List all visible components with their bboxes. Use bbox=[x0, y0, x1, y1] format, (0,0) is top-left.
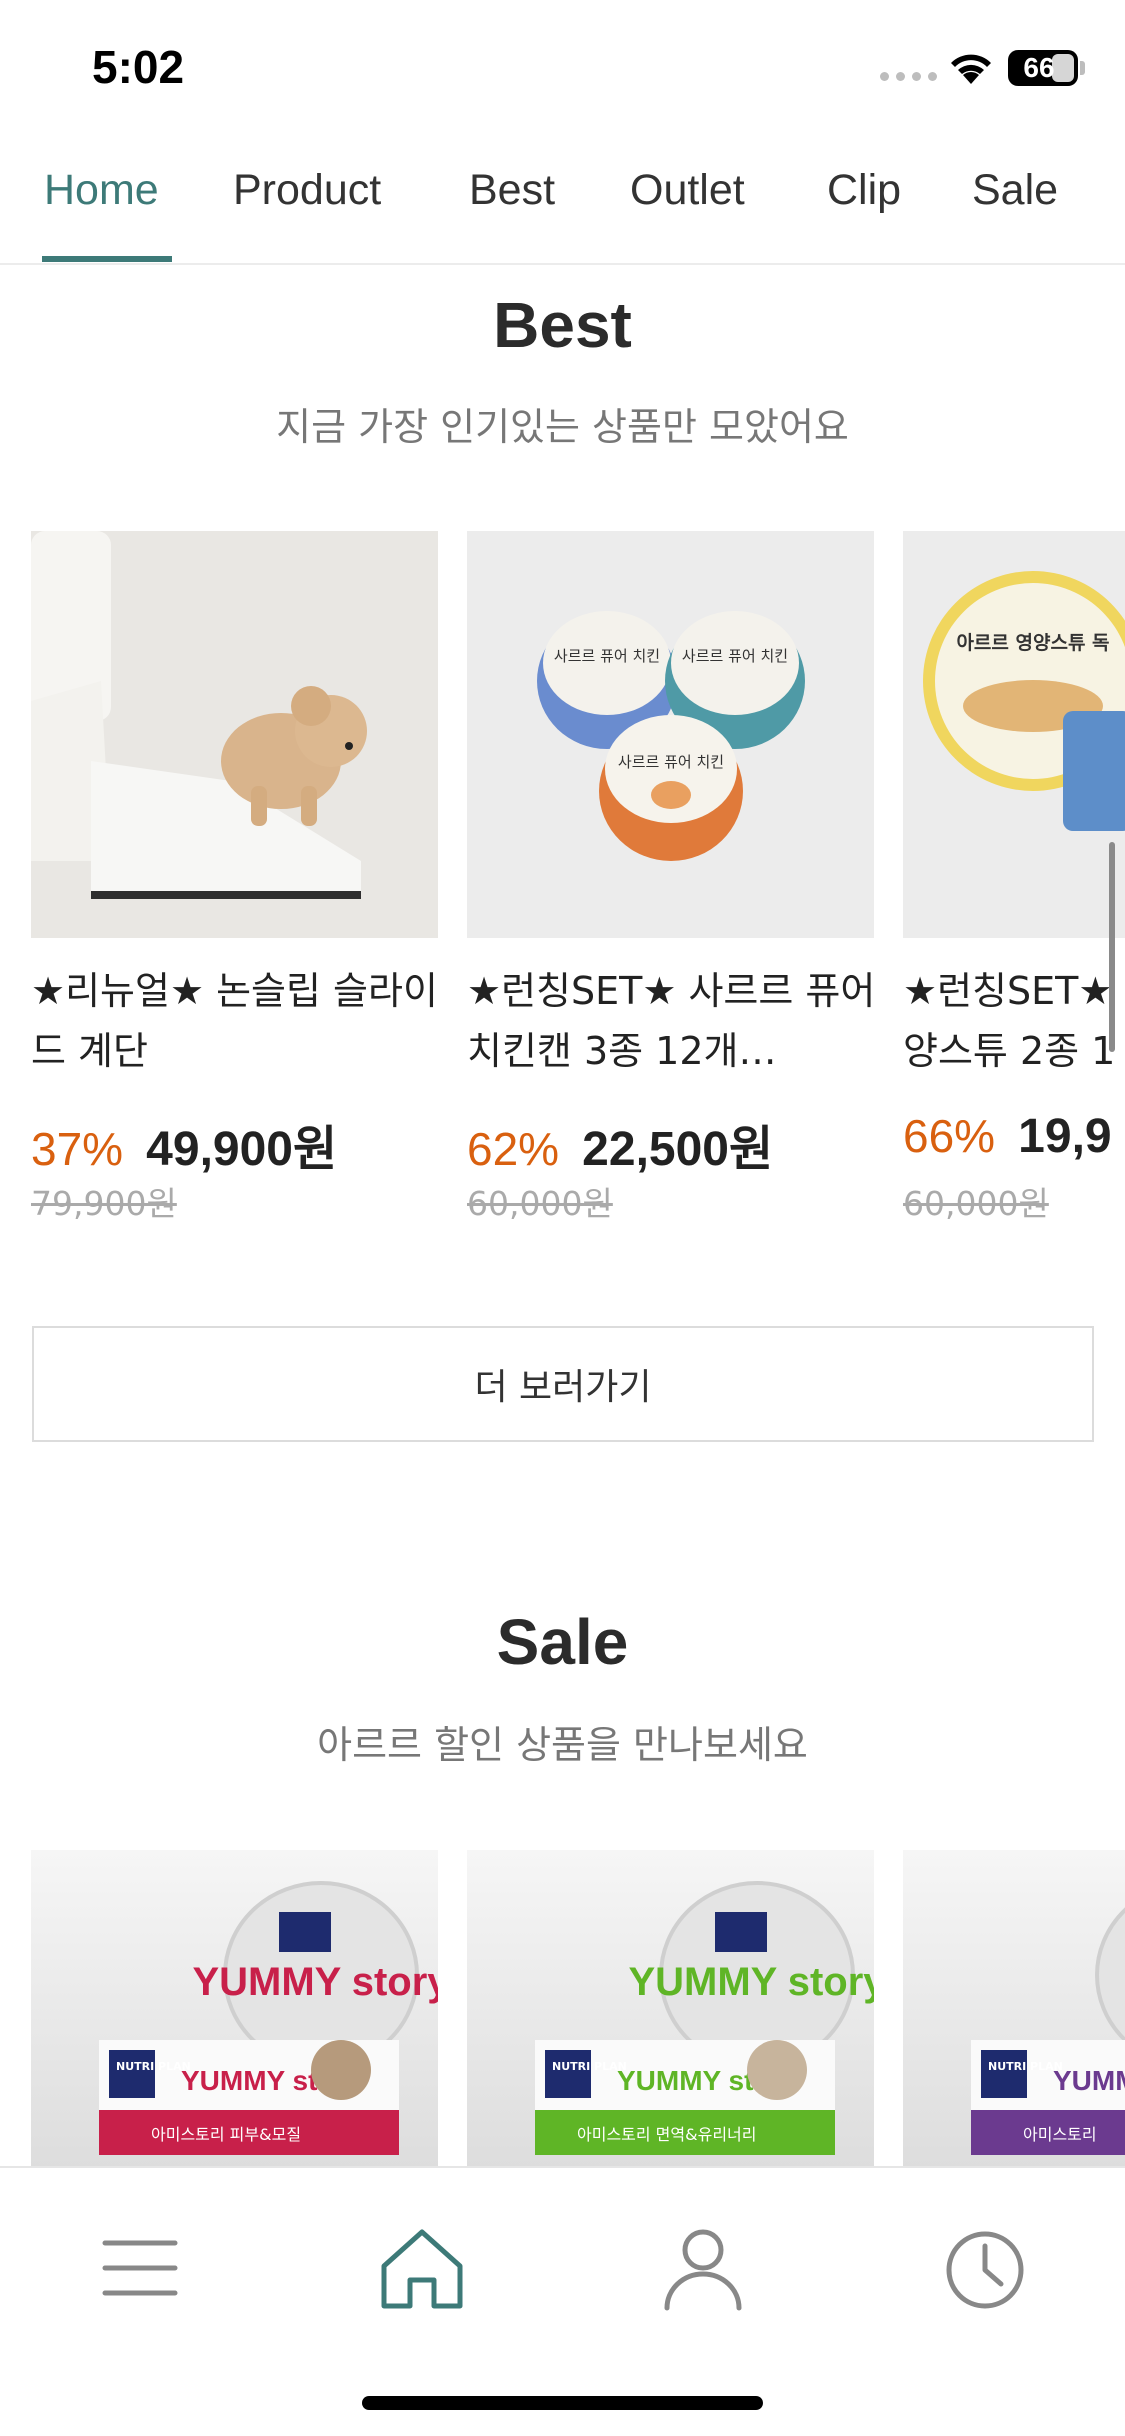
product-name[interactable]: ★리뉴얼★ 논슬립 슬라이드 계단 bbox=[31, 961, 451, 1081]
menu-icon[interactable] bbox=[90, 2218, 190, 2318]
yummy-logo-text: YUMMY story bbox=[192, 1960, 438, 2004]
product-name[interactable]: ★런칭SET★ 사르르 퓨어 치킨캔 3종 12개… bbox=[467, 961, 887, 1081]
tab-product[interactable]: Product bbox=[233, 166, 381, 215]
product-image[interactable] bbox=[31, 531, 438, 938]
battery-level-text: 66 bbox=[1023, 52, 1055, 83]
status-time: 5:02 bbox=[92, 41, 185, 93]
sale-price: 22,500원 bbox=[582, 1123, 774, 1176]
see-more-button[interactable]: 더 보러가기 bbox=[32, 1326, 1094, 1442]
best-product-carousel[interactable]: ★리뉴얼★ 논슬립 슬라이드 계단 37% 49,900원 79,900원 사르… bbox=[0, 531, 1125, 1251]
tab-clip[interactable]: Clip bbox=[827, 166, 901, 215]
discount-rate: 37% bbox=[31, 1123, 124, 1175]
product-price-row: 37% 49,900원 bbox=[31, 1109, 337, 1179]
home-indicator[interactable] bbox=[362, 2396, 763, 2410]
discount-rate: 66% bbox=[903, 1110, 996, 1162]
can-label-text: 사르르 퓨어 치킨 bbox=[618, 753, 724, 771]
discount-rate: 62% bbox=[467, 1123, 560, 1175]
product-name[interactable]: ★런칭SET★ 양스튜 2종 1 bbox=[903, 961, 1125, 1081]
product-card[interactable]: 사르르 퓨어 치킨 사르르 퓨어 치킨 사르르 퓨어 치킨 ★런칭SET★ 사르… bbox=[467, 531, 875, 1223]
scroll-indicator[interactable] bbox=[1109, 842, 1115, 1052]
profile-icon[interactable] bbox=[653, 2218, 753, 2318]
product-card[interactable]: YUMMY story NUTRI PLAN YUMMY story 아미스토리… bbox=[31, 1850, 438, 2166]
active-tab-indicator bbox=[42, 256, 172, 262]
original-price: 60,000원 bbox=[467, 1184, 613, 1223]
sale-price: 49,900원 bbox=[146, 1123, 338, 1176]
product-image[interactable]: NUTRI PLAN YUMMY story 아미스토리 bbox=[903, 1850, 1125, 2166]
variant-text: 아미스토리 피부&모질 bbox=[151, 2125, 301, 2144]
sale-price: 19,9 bbox=[1018, 1110, 1112, 1163]
product-card[interactable]: YUMMY story NUTRI PLAN YUMMY story 아미스토리… bbox=[467, 1850, 874, 2166]
tab-best[interactable]: Best bbox=[469, 166, 555, 215]
best-section-subtitle: 지금 가장 인기있는 상품만 모았어요 bbox=[276, 405, 849, 449]
product-card[interactable]: 아르르 영양스튜 독 ★런칭SET★ 양스튜 2종 1 66% 19,9 60,… bbox=[903, 531, 1125, 1223]
product-price-row: 62% 22,500원 bbox=[467, 1109, 773, 1179]
yummy-logo-text: YUMMY story bbox=[1053, 2065, 1125, 2096]
stew-label-text: 아르르 영양스튜 독 bbox=[956, 632, 1109, 654]
tab-home[interactable]: Home bbox=[44, 166, 159, 215]
home-icon[interactable] bbox=[372, 2218, 472, 2318]
product-image[interactable]: YUMMY story NUTRI PLAN YUMMY story 아미스토리… bbox=[31, 1850, 438, 2166]
sale-section-subtitle: 아르르 할인 상품을 만나보세요 bbox=[317, 1723, 808, 1767]
cellular-signal-icon bbox=[880, 72, 937, 81]
product-image[interactable]: 아르르 영양스튜 독 bbox=[903, 531, 1125, 938]
product-card[interactable]: ★리뉴얼★ 논슬립 슬라이드 계단 37% 49,900원 79,900원 bbox=[31, 531, 438, 1223]
status-bar: 5:02 66 bbox=[0, 0, 1125, 130]
variant-text: 아미스토리 bbox=[1023, 2125, 1097, 2144]
can-label-text: 사르르 퓨어 치킨 bbox=[554, 647, 660, 665]
variant-text: 아미스토리 면역&유리너리 bbox=[577, 2125, 756, 2144]
original-price: 60,000원 bbox=[903, 1184, 1049, 1223]
product-card[interactable]: NUTRI PLAN YUMMY story 아미스토리 bbox=[903, 1850, 1125, 2166]
nutri-plan-logo-text: NUTRI PLAN bbox=[116, 2060, 191, 2073]
product-price-row: 66% 19,9 bbox=[903, 1109, 1112, 1164]
tab-outlet[interactable]: Outlet bbox=[630, 166, 745, 215]
original-price: 79,900원 bbox=[31, 1184, 177, 1223]
product-image[interactable]: 사르르 퓨어 치킨 사르르 퓨어 치킨 사르르 퓨어 치킨 bbox=[467, 531, 874, 938]
best-section-title: Best bbox=[493, 289, 632, 361]
nutri-plan-logo-text: NUTRI PLAN bbox=[988, 2060, 1063, 2073]
battery-icon: 66 bbox=[1008, 50, 1078, 86]
nutri-plan-logo-text: NUTRI PLAN bbox=[552, 2060, 627, 2073]
top-nav-tabs: Home Product Best Outlet Clip Sale bbox=[0, 140, 1125, 265]
history-icon[interactable] bbox=[935, 2218, 1035, 2318]
sale-section-title: Sale bbox=[496, 1606, 629, 1678]
wifi-icon bbox=[951, 54, 991, 84]
sale-product-carousel[interactable]: YUMMY story NUTRI PLAN YUMMY story 아미스토리… bbox=[0, 1850, 1125, 2166]
yummy-logo-text: YUMMY story bbox=[628, 1960, 874, 2004]
can-label-text: 사르르 퓨어 치킨 bbox=[682, 647, 788, 665]
tab-sale[interactable]: Sale bbox=[972, 166, 1058, 215]
product-image[interactable]: YUMMY story NUTRI PLAN YUMMY story 아미스토리… bbox=[467, 1850, 874, 2166]
